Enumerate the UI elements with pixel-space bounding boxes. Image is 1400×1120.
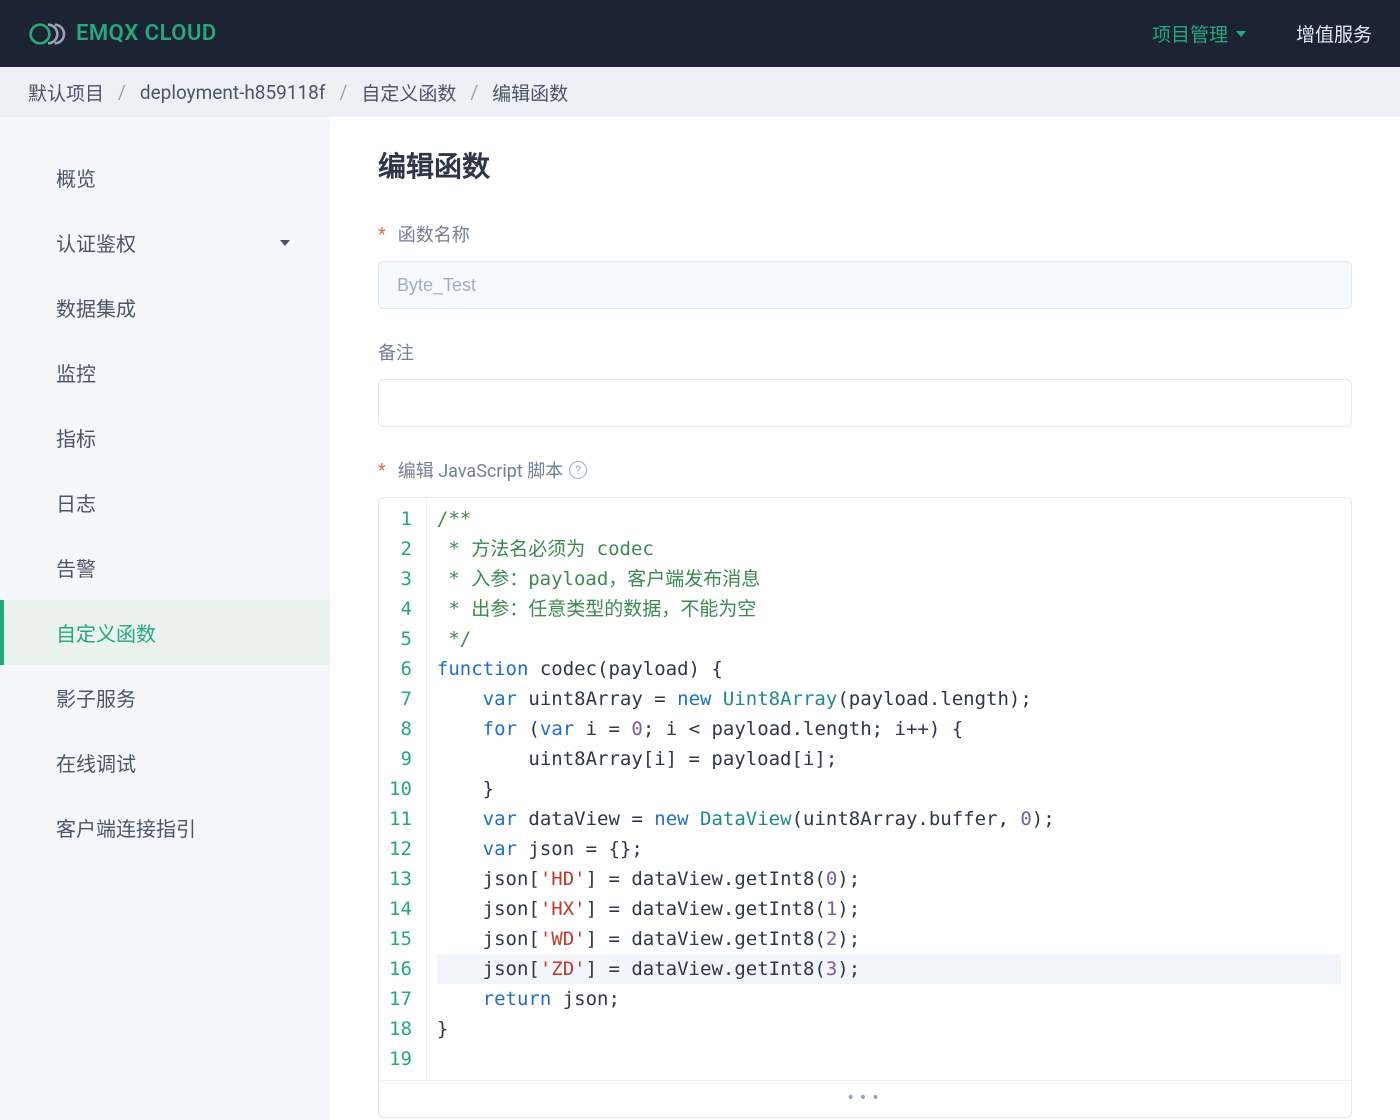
line-number: 8	[389, 714, 412, 744]
sidebar-item[interactable]: 日志	[0, 470, 330, 535]
sidebar-item[interactable]: 影子服务	[0, 665, 330, 730]
line-number: 13	[389, 864, 412, 894]
remark-label: 备注	[378, 339, 1352, 365]
code-line[interactable]: * 入参：payload，客户端发布消息	[437, 564, 1341, 594]
line-number: 4	[389, 594, 412, 624]
code-line[interactable]: var uint8Array = new Uint8Array(payload.…	[437, 684, 1341, 714]
page-title: 编辑函数	[378, 145, 1352, 185]
header: EMQX CLOUD 项目管理 增值服务	[0, 0, 1400, 67]
header-left: EMQX CLOUD	[28, 20, 217, 48]
sidebar-item[interactable]: 客户端连接指引	[0, 795, 330, 860]
line-number: 7	[389, 684, 412, 714]
code-line[interactable]: * 出参：任意类型的数据，不能为空	[437, 594, 1341, 624]
breadcrumb-item[interactable]: 自定义函数	[361, 79, 456, 106]
breadcrumb-separator: /	[118, 81, 126, 104]
logo-icon	[28, 20, 68, 48]
header-right: 项目管理 增值服务	[1152, 20, 1372, 47]
function-name-input[interactable]	[378, 261, 1352, 309]
nav-project-management[interactable]: 项目管理	[1152, 20, 1246, 47]
script-label-text: 编辑 JavaScript 脚本	[398, 457, 563, 483]
line-number: 12	[389, 834, 412, 864]
sidebar-item[interactable]: 指标	[0, 405, 330, 470]
logo[interactable]: EMQX CLOUD	[28, 20, 217, 48]
nav-project-label: 项目管理	[1152, 20, 1228, 47]
code-line[interactable]: /**	[437, 504, 1341, 534]
code-editor[interactable]: 12345678910111213141516171819 /** * 方法名必…	[378, 497, 1352, 1118]
sidebar-item[interactable]: 概览	[0, 145, 330, 210]
code-line[interactable]	[437, 1044, 1341, 1074]
sidebar-item[interactable]: 在线调试	[0, 730, 330, 795]
line-number: 17	[389, 984, 412, 1014]
editor-gutter: 12345678910111213141516171819	[379, 498, 427, 1080]
line-number: 9	[389, 744, 412, 774]
code-line[interactable]: for (var i = 0; i < payload.length; i++)…	[437, 714, 1341, 744]
line-number: 18	[389, 1014, 412, 1044]
sidebar: 概览认证鉴权数据集成监控指标日志告警自定义函数影子服务在线调试客户端连接指引	[0, 117, 330, 1120]
sidebar-item[interactable]: 认证鉴权	[0, 210, 330, 275]
code-line[interactable]: function codec(payload) {	[437, 654, 1341, 684]
script-label: 编辑 JavaScript 脚本 ?	[378, 457, 1352, 483]
help-icon[interactable]: ?	[569, 461, 587, 479]
line-number: 10	[389, 774, 412, 804]
line-number: 15	[389, 924, 412, 954]
code-line[interactable]: json['ZD'] = dataView.getInt8(3);	[437, 954, 1341, 984]
line-number: 16	[389, 954, 412, 984]
code-line[interactable]: var json = {};	[437, 834, 1341, 864]
line-number: 19	[389, 1044, 412, 1074]
breadcrumb-item: 编辑函数	[492, 79, 568, 106]
remark-input[interactable]	[378, 379, 1352, 427]
line-number: 11	[389, 804, 412, 834]
line-number: 6	[389, 654, 412, 684]
line-number: 2	[389, 534, 412, 564]
main-content: 编辑函数 函数名称 备注 编辑 JavaScript 脚本 ? 12345678…	[330, 117, 1400, 1120]
breadcrumb: 默认项目 / deployment-h859118f / 自定义函数 / 编辑函数	[0, 67, 1400, 117]
function-name-label: 函数名称	[378, 221, 1352, 247]
breadcrumb-item[interactable]: deployment-h859118f	[140, 81, 326, 104]
sidebar-item[interactable]: 数据集成	[0, 275, 330, 340]
code-line[interactable]: * 方法名必须为 codec	[437, 534, 1341, 564]
code-line[interactable]: */	[437, 624, 1341, 654]
code-line[interactable]: }	[437, 1014, 1341, 1044]
breadcrumb-separator: /	[339, 81, 347, 104]
code-line[interactable]: var dataView = new DataView(uint8Array.b…	[437, 804, 1341, 834]
line-number: 1	[389, 504, 412, 534]
editor-code[interactable]: /** * 方法名必须为 codec * 入参：payload，客户端发布消息 …	[427, 498, 1351, 1080]
breadcrumb-separator: /	[470, 81, 478, 104]
line-number: 5	[389, 624, 412, 654]
line-number: 3	[389, 564, 412, 594]
code-line[interactable]: json['HD'] = dataView.getInt8(0);	[437, 864, 1341, 894]
sidebar-item[interactable]: 自定义函数	[0, 600, 330, 665]
sidebar-item[interactable]: 监控	[0, 340, 330, 405]
brand-text: EMQX CLOUD	[76, 21, 217, 46]
nav-value-added-services[interactable]: 增值服务	[1296, 20, 1372, 47]
code-line[interactable]: json['WD'] = dataView.getInt8(2);	[437, 924, 1341, 954]
line-number: 14	[389, 894, 412, 924]
code-line[interactable]: json['HX'] = dataView.getInt8(1);	[437, 894, 1341, 924]
breadcrumb-item[interactable]: 默认项目	[28, 79, 104, 106]
chevron-down-icon	[1236, 31, 1246, 37]
editor-resize-handle[interactable]: •••	[379, 1080, 1351, 1117]
code-line[interactable]: return json;	[437, 984, 1341, 1014]
code-line[interactable]: uint8Array[i] = payload[i];	[437, 744, 1341, 774]
code-line[interactable]: }	[437, 774, 1341, 804]
sidebar-item[interactable]: 告警	[0, 535, 330, 600]
